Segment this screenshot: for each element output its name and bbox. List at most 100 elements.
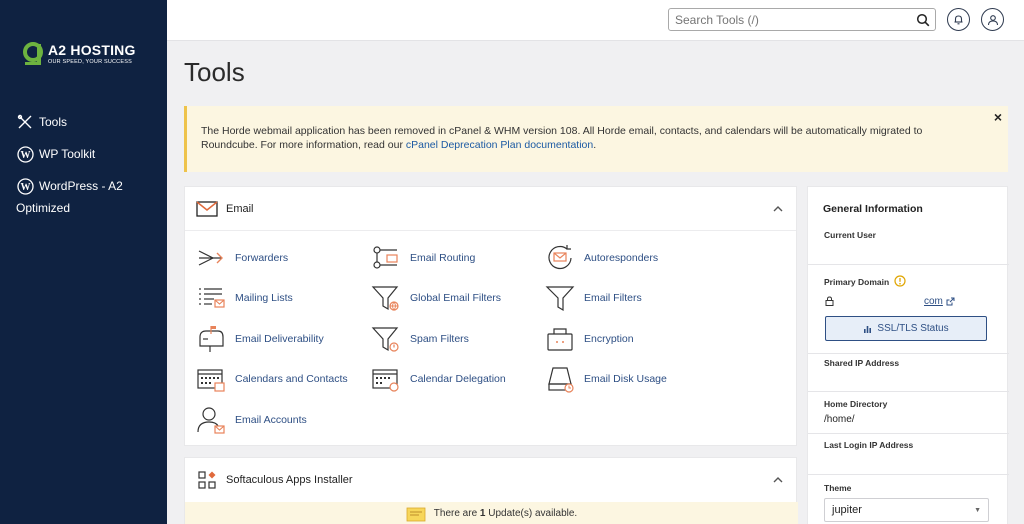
tool-label: Calendar Delegation — [410, 373, 506, 385]
primary-domain-label: Primary Domain — [824, 277, 890, 287]
page-title: Tools — [184, 57, 245, 87]
primary-domain-link[interactable]: com — [924, 296, 955, 307]
user-icon — [987, 14, 998, 25]
tool-label: Global Email Filters — [410, 292, 502, 304]
shared-ip-label: Shared IP Address — [824, 358, 900, 368]
tool-label: Forwarders — [235, 252, 289, 264]
tool-email-disk-usage[interactable]: Email Disk Usage — [545, 364, 667, 394]
user-menu-button[interactable] — [981, 8, 1004, 31]
chevron-up-icon[interactable] — [772, 203, 784, 215]
notice-suffix: . — [593, 138, 597, 151]
a2-hosting-logo[interactable]: A2 HOSTING OUR SPEED, YOUR SUCCESS — [22, 40, 136, 66]
spam-filters-icon — [371, 327, 399, 352]
horde-removal-notice: The Horde webmail application has been r… — [184, 106, 1008, 172]
bell-icon — [954, 15, 963, 25]
tool-label: Mailing Lists — [235, 292, 293, 304]
update-count: 1 — [479, 508, 486, 519]
disk-usage-icon — [548, 367, 574, 393]
domain-text: com — [924, 296, 943, 307]
tool-label: Email Deliverability — [235, 333, 324, 345]
search-icon[interactable] — [916, 13, 930, 27]
tools-icon — [16, 113, 34, 131]
sidebar-item-label: WP Toolkit — [39, 147, 96, 161]
tool-global-email-filters[interactable]: Global Email Filters — [371, 283, 501, 313]
softaculous-section-header[interactable]: Softaculous Apps Installer — [185, 458, 796, 502]
forwarders-icon — [198, 250, 223, 266]
top-bar — [167, 0, 1024, 41]
tool-label: Email Routing — [410, 252, 476, 264]
warning-icon[interactable] — [894, 275, 906, 287]
svg-text:W: W — [20, 182, 30, 193]
theme-value: jupiter — [832, 504, 862, 516]
email-filters-icon — [545, 286, 575, 312]
sidebar-nav: Tools W WP Toolkit W WordPress - A2 Opti… — [16, 113, 161, 231]
deprecation-plan-link[interactable]: cPanel Deprecation Plan documentation — [406, 139, 593, 151]
divider — [808, 264, 1009, 265]
current-user-label: Current User — [824, 230, 876, 240]
section-title: Email — [226, 202, 254, 215]
global-email-filters-icon — [371, 286, 399, 311]
divider — [808, 474, 1009, 475]
wordpress-icon: W — [16, 145, 34, 163]
apps-grid-icon — [198, 471, 216, 489]
sidebar-item-label: Tools — [39, 115, 68, 129]
tool-encryption[interactable]: Encryption — [545, 324, 634, 354]
sidebar-item-label-cont: Optimized — [16, 201, 71, 215]
encryption-icon — [547, 328, 573, 351]
tool-label: Calendars and Contacts — [235, 373, 348, 385]
sidebar-item-wp-toolkit[interactable]: W WP Toolkit — [16, 145, 161, 163]
note-icon — [406, 507, 426, 521]
email-accounts-icon — [197, 407, 225, 434]
tool-label: Encryption — [584, 333, 634, 345]
last-login-ip-label: Last Login IP Address — [824, 440, 914, 450]
tool-label: Email Disk Usage — [584, 373, 667, 385]
tool-mailing-lists[interactable]: Mailing Lists — [196, 283, 293, 313]
home-directory-value: /home/ — [824, 414, 855, 425]
brand-name: A2 HOSTING — [48, 41, 136, 58]
ssl-tls-status-button[interactable]: SSL/TLS Status — [825, 316, 987, 341]
tool-autoresponders[interactable]: Autoresponders — [545, 243, 658, 273]
email-section: Email Forwarders Email Routing Autorespo… — [184, 186, 797, 446]
email-section-header[interactable]: Email — [185, 187, 796, 231]
tool-calendar-delegation[interactable]: Calendar Delegation — [371, 364, 506, 394]
notifications-button[interactable] — [947, 8, 970, 31]
sidebar-item-tools[interactable]: Tools — [16, 113, 161, 131]
a2-logo-icon — [23, 42, 43, 65]
general-information-panel: General Information Current User Primary… — [807, 186, 1009, 524]
calendar-icon — [197, 369, 225, 392]
tool-forwarders[interactable]: Forwarders — [196, 243, 288, 273]
wordpress-icon: W — [16, 177, 34, 195]
brand-tagline: OUR SPEED, YOUR SUCCESS — [48, 58, 132, 65]
tool-email-routing[interactable]: Email Routing — [371, 243, 475, 273]
search-input[interactable] — [675, 12, 905, 27]
chevron-up-icon[interactable] — [772, 474, 784, 486]
section-title: Softaculous Apps Installer — [226, 474, 353, 486]
divider — [808, 433, 1009, 434]
mailbox-icon — [199, 326, 224, 352]
calendar-delegation-icon — [372, 369, 399, 392]
tool-label: Email Filters — [584, 292, 642, 304]
lock-icon — [825, 296, 834, 306]
panel-title: General Information — [823, 203, 923, 215]
bar-chart-icon — [864, 326, 872, 333]
sidebar-item-wordpress-a2[interactable]: W WordPress - A2 Optimized — [16, 177, 161, 217]
theme-select[interactable]: jupiter ▼ — [824, 498, 989, 522]
svg-text:W: W — [20, 150, 30, 161]
close-icon[interactable]: × — [994, 110, 1002, 125]
theme-label: Theme — [824, 483, 852, 493]
tool-email-accounts[interactable]: Email Accounts — [196, 405, 307, 435]
sidebar-item-label: WordPress - A2 — [39, 179, 123, 193]
mailing-lists-icon — [199, 288, 225, 308]
tool-spam-filters[interactable]: Spam Filters — [371, 324, 469, 354]
tool-email-deliverability[interactable]: Email Deliverability — [196, 324, 324, 354]
tool-calendars-and-contacts[interactable]: Calendars and Contacts — [196, 364, 348, 394]
divider — [808, 353, 1009, 354]
external-link-icon — [946, 297, 955, 306]
sidebar: A2 HOSTING OUR SPEED, YOUR SUCCESS Tools… — [0, 0, 167, 524]
tool-email-filters[interactable]: Email Filters — [545, 283, 642, 313]
update-prefix: There are — [433, 508, 478, 519]
autoresponders-icon — [548, 245, 572, 270]
update-suffix: Update(s) available. — [488, 508, 578, 519]
search-box[interactable] — [668, 8, 936, 31]
divider — [808, 391, 1009, 392]
